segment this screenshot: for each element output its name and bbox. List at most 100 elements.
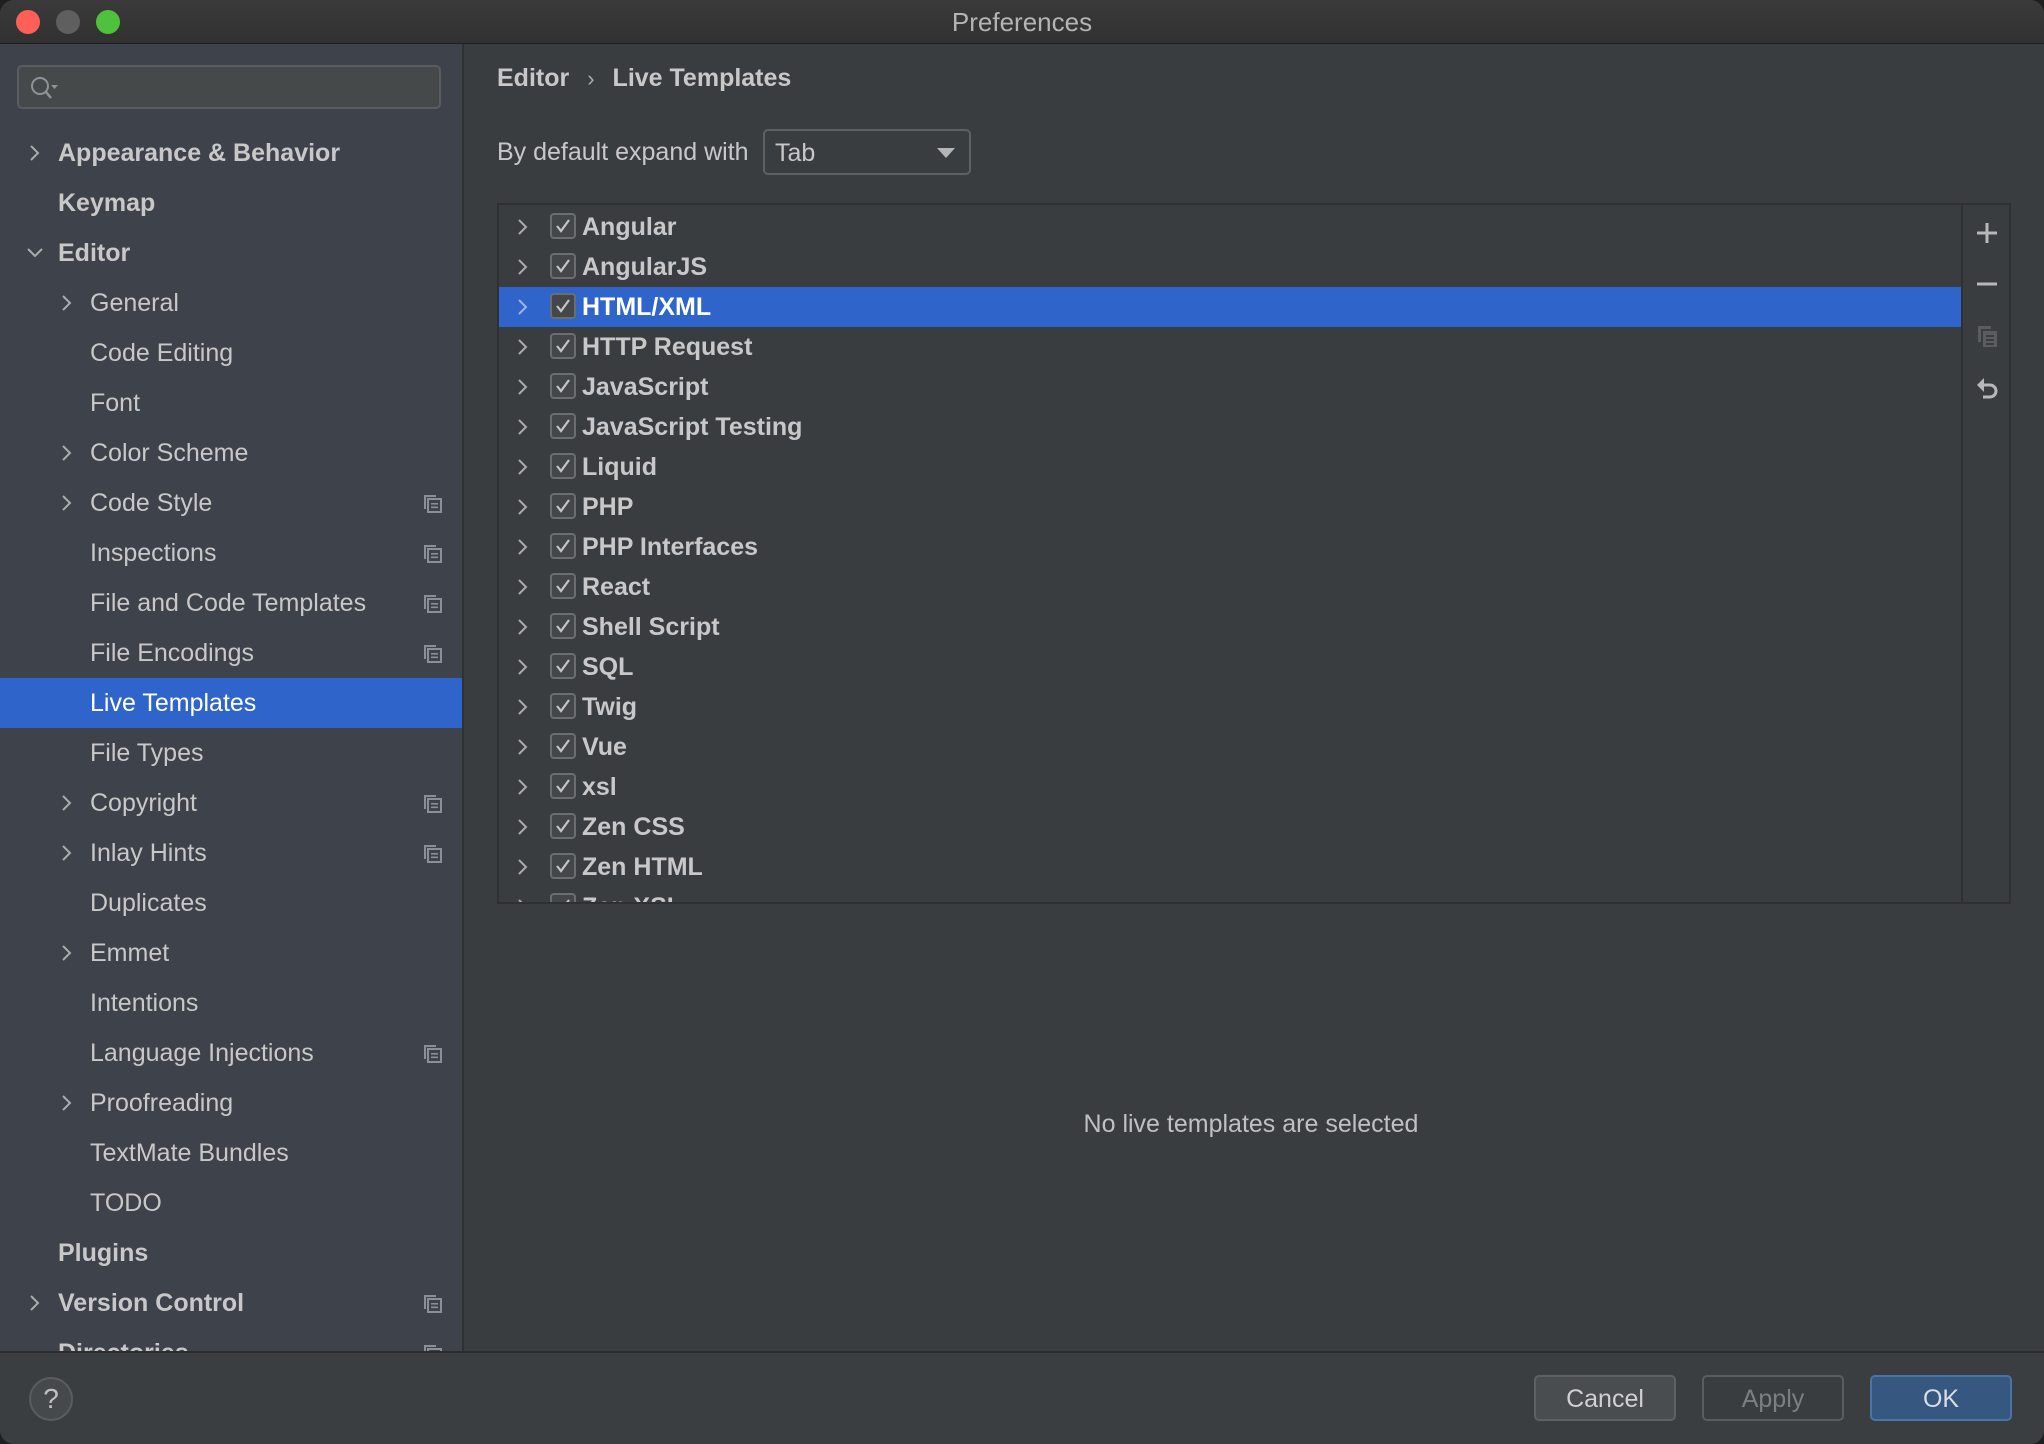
template-group-row[interactable]: Liquid — [499, 447, 1961, 487]
sidebar-item-proofreading[interactable]: Proofreading — [0, 1078, 462, 1128]
sidebar-item-emmet[interactable]: Emmet — [0, 928, 462, 978]
template-group-checkbox[interactable] — [550, 533, 576, 559]
chevron-right-icon[interactable] — [513, 577, 533, 597]
template-group-row[interactable]: Shell Script — [499, 607, 1961, 647]
apply-button[interactable]: Apply — [1702, 1375, 1844, 1421]
template-group-row[interactable]: PHP Interfaces — [499, 527, 1961, 567]
chevron-right-icon[interactable] — [513, 457, 533, 477]
sidebar-item-font[interactable]: Font — [0, 378, 462, 428]
template-group-row[interactable]: Angular — [499, 207, 1961, 247]
template-group-checkbox[interactable] — [550, 733, 576, 759]
template-group-row[interactable]: SQL — [499, 647, 1961, 687]
sidebar-item-intentions[interactable]: Intentions — [0, 978, 462, 1028]
sidebar-item-file-types[interactable]: File Types — [0, 728, 462, 778]
chevron-right-icon[interactable] — [513, 697, 533, 717]
template-group-row[interactable]: HTTP Request — [499, 327, 1961, 367]
sidebar-item-directories[interactable]: Directories — [0, 1328, 462, 1351]
template-group-checkbox[interactable] — [550, 653, 576, 679]
chevron-right-icon[interactable] — [513, 737, 533, 757]
expand-with-dropdown[interactable]: Tab — [763, 129, 971, 175]
chevron-right-icon[interactable] — [513, 377, 533, 397]
sidebar-item-color-scheme[interactable]: Color Scheme — [0, 428, 462, 478]
template-group-checkbox[interactable] — [550, 413, 576, 439]
sidebar-item-inlay-hints[interactable]: Inlay Hints — [0, 828, 462, 878]
sidebar-item-todo[interactable]: TODO — [0, 1178, 462, 1228]
template-group-row[interactable]: Zen HTML — [499, 847, 1961, 887]
template-group-row[interactable]: Zen XSL — [499, 887, 1961, 902]
chevron-right-icon[interactable] — [513, 417, 533, 437]
template-group-checkbox[interactable] — [550, 493, 576, 519]
help-button[interactable]: ? — [29, 1377, 73, 1421]
template-group-checkbox[interactable] — [550, 613, 576, 639]
template-group-row[interactable]: JavaScript — [499, 367, 1961, 407]
sidebar-item-keymap[interactable]: Keymap — [0, 178, 462, 228]
settings-search-input[interactable] — [67, 71, 431, 105]
template-group-checkbox[interactable] — [550, 453, 576, 479]
chevron-right-icon[interactable] — [57, 843, 77, 863]
chevron-right-icon[interactable] — [513, 537, 533, 557]
sidebar-item-version-control[interactable]: Version Control — [0, 1278, 462, 1328]
template-group-checkbox[interactable] — [550, 253, 576, 279]
chevron-right-icon[interactable] — [513, 777, 533, 797]
cancel-button[interactable]: Cancel — [1534, 1375, 1676, 1421]
sidebar-item-file-and-code-templates[interactable]: File and Code Templates — [0, 578, 462, 628]
chevron-right-icon[interactable] — [25, 143, 45, 163]
sidebar-item-inspections[interactable]: Inspections — [0, 528, 462, 578]
chevron-right-icon[interactable] — [513, 657, 533, 677]
template-group-checkbox[interactable] — [550, 213, 576, 239]
chevron-right-icon[interactable] — [513, 497, 533, 517]
chevron-right-icon[interactable] — [513, 857, 533, 877]
chevron-right-icon[interactable] — [513, 337, 533, 357]
sidebar-item-code-editing[interactable]: Code Editing — [0, 328, 462, 378]
sidebar-item-copyright[interactable]: Copyright — [0, 778, 462, 828]
template-group-row[interactable]: HTML/XML — [499, 287, 1961, 327]
template-group-row[interactable]: Zen CSS — [499, 807, 1961, 847]
sidebar-item-live-templates[interactable]: Live Templates — [0, 678, 462, 728]
chevron-right-icon[interactable] — [513, 817, 533, 837]
chevron-right-icon[interactable] — [57, 293, 77, 313]
template-group-row[interactable]: Twig — [499, 687, 1961, 727]
sidebar-item-file-encodings[interactable]: File Encodings — [0, 628, 462, 678]
template-group-checkbox[interactable] — [550, 773, 576, 799]
template-group-row[interactable]: React — [499, 567, 1961, 607]
ok-button[interactable]: OK — [1870, 1375, 2012, 1421]
chevron-right-icon[interactable] — [57, 943, 77, 963]
sidebar-item-code-style[interactable]: Code Style — [0, 478, 462, 528]
chevron-right-icon[interactable] — [513, 897, 533, 902]
sidebar-item-duplicates[interactable]: Duplicates — [0, 878, 462, 928]
template-group-row[interactable]: Vue — [499, 727, 1961, 767]
chevron-right-icon[interactable] — [57, 493, 77, 513]
sidebar-item-general[interactable]: General — [0, 278, 462, 328]
sidebar-item-language-injections[interactable]: Language Injections — [0, 1028, 462, 1078]
chevron-right-icon[interactable] — [57, 1093, 77, 1113]
settings-search-field[interactable] — [17, 65, 441, 109]
add-icon[interactable] — [1971, 217, 2003, 249]
template-group-checkbox[interactable] — [550, 853, 576, 879]
template-group-checkbox[interactable] — [550, 693, 576, 719]
chevron-right-icon[interactable] — [513, 217, 533, 237]
sidebar-item-textmate-bundles[interactable]: TextMate Bundles — [0, 1128, 462, 1178]
template-group-row[interactable]: AngularJS — [499, 247, 1961, 287]
template-group-row[interactable]: PHP — [499, 487, 1961, 527]
chevron-right-icon[interactable] — [57, 443, 77, 463]
template-group-checkbox[interactable] — [550, 573, 576, 599]
sidebar-item-appearance-behavior[interactable]: Appearance & Behavior — [0, 128, 462, 178]
sidebar-item-plugins[interactable]: Plugins — [0, 1228, 462, 1278]
template-group-row[interactable]: xsl — [499, 767, 1961, 807]
template-group-checkbox[interactable] — [550, 333, 576, 359]
sidebar-item-editor[interactable]: Editor — [0, 228, 462, 278]
restore-icon[interactable] — [1971, 372, 2003, 404]
breadcrumb-editor[interactable]: Editor — [497, 64, 569, 92]
chevron-right-icon[interactable] — [513, 617, 533, 637]
chevron-right-icon[interactable] — [513, 297, 533, 317]
chevron-right-icon[interactable] — [57, 793, 77, 813]
remove-icon[interactable] — [1971, 268, 2003, 300]
template-group-checkbox[interactable] — [550, 893, 576, 902]
chevron-down-icon[interactable] — [25, 243, 45, 263]
template-group-checkbox[interactable] — [550, 293, 576, 319]
template-group-row[interactable]: JavaScript Testing — [499, 407, 1961, 447]
chevron-right-icon[interactable] — [25, 1293, 45, 1313]
template-group-checkbox[interactable] — [550, 813, 576, 839]
chevron-right-icon[interactable] — [513, 257, 533, 277]
template-group-checkbox[interactable] — [550, 373, 576, 399]
